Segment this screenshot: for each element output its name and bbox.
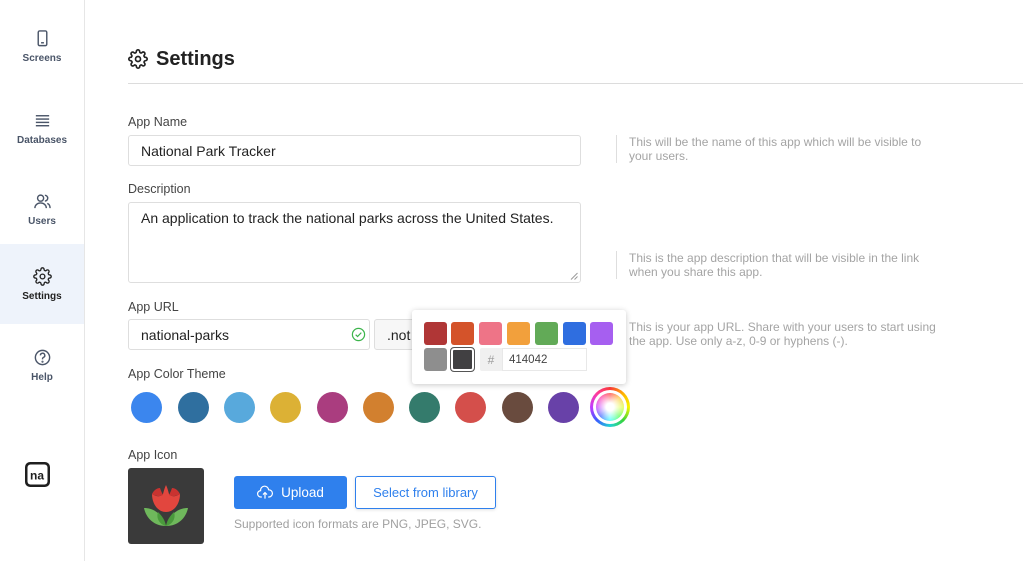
- color-theme-option[interactable]: [317, 392, 348, 423]
- hex-hash-prefix: #: [480, 348, 502, 371]
- description-help: This is the app description that will be…: [616, 251, 936, 279]
- gear-icon: [32, 266, 52, 286]
- app-icon-preview: [128, 468, 204, 544]
- sidebar-item-label: Settings: [22, 290, 62, 302]
- sidebar-item-screens[interactable]: Screens: [0, 6, 84, 86]
- sidebar-item-help[interactable]: Help: [0, 325, 84, 405]
- color-theme-option[interactable]: [409, 392, 440, 423]
- phone-icon: [37, 29, 47, 46]
- app-name-help: This will be the name of this app which …: [616, 135, 936, 163]
- color-swatch[interactable]: [507, 322, 530, 345]
- resize-handle-icon[interactable]: [570, 272, 578, 280]
- database-icon: [35, 114, 49, 126]
- app-url-help: This is your app URL. Share with your us…: [616, 320, 936, 348]
- upload-button[interactable]: Upload: [234, 476, 347, 509]
- sidebar-item-label: Help: [31, 371, 53, 383]
- brand-logo[interactable]: na: [24, 461, 51, 488]
- color-theme-option[interactable]: [178, 392, 209, 423]
- color-swatch[interactable]: [563, 322, 586, 345]
- users-icon: [33, 193, 51, 208]
- sidebar-item-label: Databases: [16, 134, 68, 146]
- color-swatch[interactable]: [479, 322, 502, 345]
- brand-logo-text: na: [30, 469, 44, 483]
- custom-color-picker-button[interactable]: [590, 387, 630, 427]
- sidebar: Screens Databases Users Settings Help na: [0, 0, 85, 561]
- sidebar-item-label: Users: [28, 215, 56, 227]
- app-name-input[interactable]: National Park Tracker: [128, 135, 581, 166]
- upload-cloud-icon: [257, 485, 274, 499]
- page-title: Settings: [156, 47, 235, 70]
- sidebar-item-label: Screens: [22, 52, 62, 64]
- color-wheel-icon: [596, 393, 624, 421]
- description-textarea[interactable]: An application to track the national par…: [128, 202, 581, 283]
- sidebar-item-users[interactable]: Users: [0, 169, 84, 249]
- tulip-icon: [144, 485, 188, 526]
- select-from-library-button[interactable]: Select from library: [355, 476, 496, 509]
- app-icon-label: App Icon: [128, 448, 178, 462]
- icon-formats-note: Supported icon formats are PNG, JPEG, SV…: [234, 517, 482, 531]
- color-picker-popover: # 414042: [412, 310, 626, 384]
- app-url-input[interactable]: national-parks: [128, 319, 370, 350]
- help-icon: [34, 349, 50, 365]
- color-theme-option[interactable]: [548, 392, 579, 423]
- color-theme-option[interactable]: [363, 392, 394, 423]
- gear-icon: [128, 49, 148, 69]
- sidebar-item-settings[interactable]: Settings: [0, 244, 84, 324]
- sidebar-item-databases[interactable]: Databases: [0, 88, 84, 168]
- color-theme-label: App Color Theme: [128, 367, 226, 381]
- color-swatch[interactable]: [535, 322, 558, 345]
- check-circle-icon: [351, 327, 366, 342]
- color-theme-option[interactable]: [502, 392, 533, 423]
- color-swatch[interactable]: [424, 348, 447, 371]
- description-text: An application to track the national par…: [141, 210, 554, 226]
- color-theme-option[interactable]: [131, 392, 162, 423]
- hex-color-input[interactable]: 414042: [502, 348, 587, 371]
- color-swatch[interactable]: [451, 322, 474, 345]
- app-name-label: App Name: [128, 115, 188, 129]
- color-swatch[interactable]: [424, 322, 447, 345]
- page-header: Settings: [128, 46, 235, 72]
- description-label: Description: [128, 182, 191, 196]
- upload-button-label: Upload: [281, 485, 324, 500]
- color-theme-option[interactable]: [224, 392, 255, 423]
- header-divider: [128, 83, 1023, 84]
- color-swatch[interactable]: [590, 322, 613, 345]
- color-swatch[interactable]: [450, 347, 475, 372]
- color-theme-option[interactable]: [270, 392, 301, 423]
- color-theme-option[interactable]: [455, 392, 486, 423]
- app-url-label: App URL: [128, 300, 179, 314]
